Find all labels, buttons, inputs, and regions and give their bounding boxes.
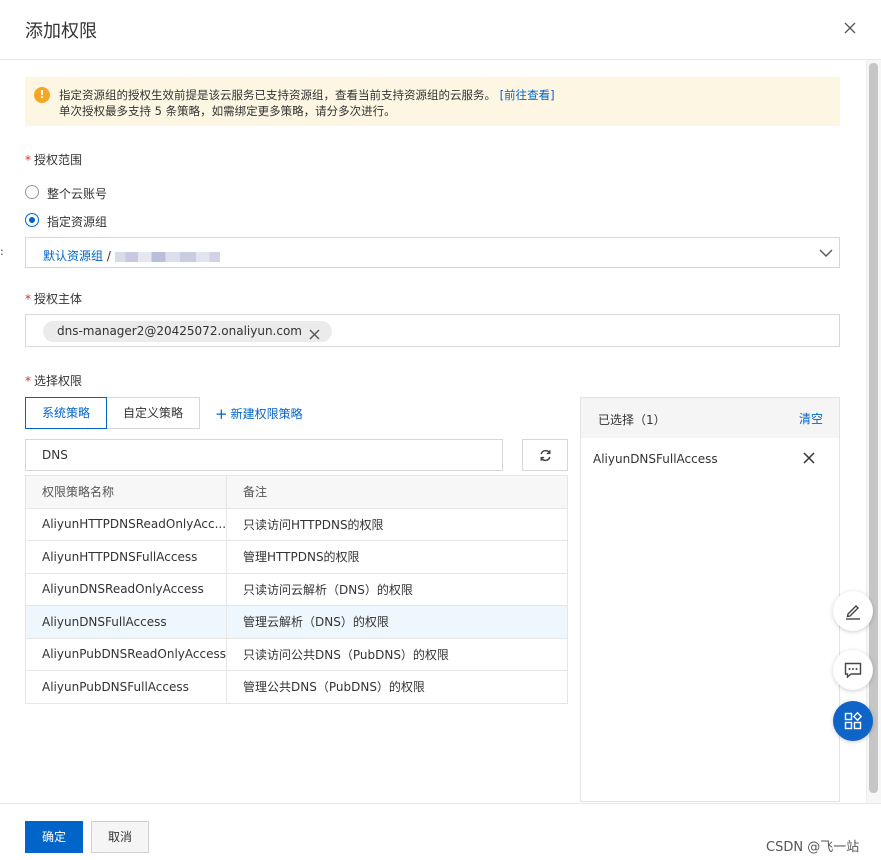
selected-panel-header: 已选择（1） 清空 [581, 398, 839, 438]
permissions-label: * 选择权限 [25, 372, 82, 389]
policy-note-cell: 管理云解析（DNS）的权限 [226, 605, 568, 639]
policy-note-cell: 只读访问HTTPDNS的权限 [226, 507, 568, 541]
table-row[interactable]: AliyunHTTPDNSReadOnlyAcc... 只读访问HTTPDNS的… [24, 507, 568, 541]
apps-float-button[interactable] [833, 701, 873, 741]
chevron-down-icon[interactable] [819, 247, 833, 259]
edit-icon [846, 605, 860, 620]
add-permission-dialog: 添加权限 : ! 指定资源组的授权生效前提是该云服务已支持资源组，查看当前支持资… [0, 0, 881, 860]
resource-group-value: 默认资源组 / [43, 247, 220, 264]
table-header-row: 权限策略名称 备注 [24, 475, 568, 509]
policy-search-input[interactable]: DNS [25, 439, 503, 471]
close-icon[interactable] [840, 18, 860, 38]
policy-name-cell: AliyunDNSFullAccess [24, 605, 228, 639]
resource-group-separator: / [103, 249, 111, 263]
view-supported-link[interactable]: [前往查看] [500, 88, 555, 102]
policy-note-cell: 管理HTTPDNS的权限 [226, 540, 568, 574]
close-icon[interactable] [803, 452, 815, 464]
new-policy-link[interactable]: + 新建权限策略 [215, 405, 303, 423]
principal-input[interactable]: dns-manager2@20425072.onaliyun.com [25, 314, 840, 347]
edit-float-button[interactable] [833, 591, 873, 631]
table-row[interactable]: AliyunDNSReadOnlyAccess 只读访问云解析（DNS）的权限 [24, 572, 568, 606]
scope-label-text: 授权范围 [34, 153, 83, 167]
policy-name-cell: AliyunHTTPDNSReadOnlyAcc... [24, 507, 228, 541]
clear-selection-link[interactable]: 清空 [799, 410, 823, 427]
dialog-title: 添加权限 [25, 21, 97, 42]
required-mark: * [25, 153, 31, 167]
alert-message: 指定资源组的授权生效前提是该云服务已支持资源组，查看当前支持资源组的云服务。 [59, 88, 496, 102]
tab-custom-policy[interactable]: 自定义策略 [106, 397, 200, 429]
radio-resource-group-label[interactable]: 指定资源组 [47, 213, 107, 230]
radio-resource-group[interactable] [25, 213, 39, 227]
apps-icon [844, 711, 863, 730]
resource-group-select[interactable]: 默认资源组 / [25, 237, 840, 268]
selected-count: 已选择（1） [598, 413, 666, 427]
principal-tag: dns-manager2@20425072.onaliyun.com [43, 321, 332, 342]
warning-icon: ! [34, 87, 50, 103]
confirm-button[interactable]: 确定 [25, 821, 83, 853]
principal-label: * 授权主体 [25, 290, 82, 307]
policy-note-cell: 只读访问公共DNS（PubDNS）的权限 [226, 637, 568, 671]
required-mark: * [25, 374, 31, 388]
permissions-label-text: 选择权限 [34, 374, 83, 388]
dialog-footer: 确定 取消 CSDN @飞一站 [0, 803, 881, 860]
radio-whole-account-label[interactable]: 整个云账号 [47, 185, 107, 202]
feedback-float-button[interactable] [833, 650, 873, 690]
alert-text-line2: 单次授权最多支持 5 条策略，如需绑定更多策略，请分多次进行。 [59, 104, 396, 118]
watermark: CSDN @飞一站 [766, 840, 860, 855]
edge-mark: : [0, 245, 4, 258]
plus-icon: + [215, 405, 228, 423]
required-mark: * [25, 292, 31, 306]
column-header-name: 权限策略名称 [24, 475, 228, 509]
resource-group-name: 默认资源组 [43, 249, 104, 263]
cancel-button[interactable]: 取消 [91, 821, 149, 853]
principal-tag-text: dns-manager2@20425072.onaliyun.com [57, 324, 302, 338]
refresh-icon [540, 449, 551, 462]
table-row[interactable]: AliyunPubDNSFullAccess 管理公共DNS（PubDNS）的权… [24, 670, 568, 704]
radio-whole-account[interactable] [25, 185, 39, 199]
policy-table: 权限策略名称 备注 AliyunHTTPDNSReadOnlyAcc... 只读… [24, 475, 568, 704]
policy-name-cell: AliyunPubDNSFullAccess [24, 670, 228, 704]
refresh-button[interactable] [522, 439, 568, 471]
policy-note-cell: 管理公共DNS（PubDNS）的权限 [226, 670, 568, 704]
policy-name-cell: AliyunPubDNSReadOnlyAccess [24, 637, 228, 671]
policy-name-cell: AliyunDNSReadOnlyAccess [24, 572, 228, 606]
info-alert: ! 指定资源组的授权生效前提是该云服务已支持资源组，查看当前支持资源组的云服务。… [25, 77, 840, 126]
chat-icon [844, 662, 862, 679]
table-row-selected[interactable]: AliyunDNSFullAccess 管理云解析（DNS）的权限 [24, 605, 568, 639]
column-header-note: 备注 [226, 475, 568, 509]
principal-label-text: 授权主体 [34, 292, 83, 306]
dialog-header: 添加权限 [0, 0, 881, 60]
table-row[interactable]: AliyunPubDNSReadOnlyAccess 只读访问公共DNS（Pub… [24, 637, 568, 671]
close-icon[interactable] [309, 326, 320, 340]
scrollbar-thumb[interactable] [869, 63, 878, 793]
alert-text-line1: 指定资源组的授权生效前提是该云服务已支持资源组，查看当前支持资源组的云服务。 [… [59, 87, 555, 103]
new-policy-label: 新建权限策略 [230, 407, 303, 421]
redacted-resource-group-id [114, 251, 220, 262]
policy-note-cell: 只读访问云解析（DNS）的权限 [226, 572, 568, 606]
selected-panel: 已选择（1） 清空 AliyunDNSFullAccess [580, 397, 840, 802]
table-row[interactable]: AliyunHTTPDNSFullAccess 管理HTTPDNS的权限 [24, 540, 568, 574]
policy-name-cell: AliyunHTTPDNSFullAccess [24, 540, 228, 574]
selected-item: AliyunDNSFullAccess [593, 452, 718, 466]
tab-system-policy[interactable]: 系统策略 [25, 397, 107, 429]
scope-label: * 授权范围 [25, 151, 82, 168]
